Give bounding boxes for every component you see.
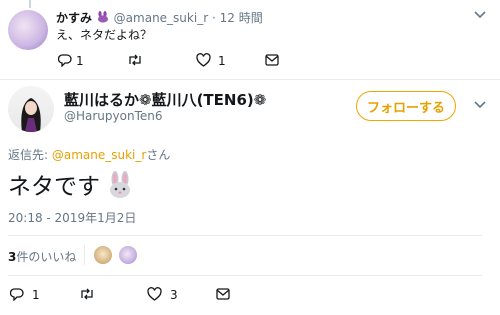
liker-avatar[interactable] bbox=[119, 246, 137, 264]
reply-to-prefix: 返信先: bbox=[8, 148, 52, 162]
reply-count: 1 bbox=[32, 288, 40, 302]
reply-icon[interactable] bbox=[58, 53, 72, 67]
divider bbox=[8, 275, 482, 276]
like-count: 1 bbox=[218, 54, 226, 68]
reply-to-handle[interactable]: @amane_suki_r bbox=[52, 148, 146, 162]
timestamp[interactable]: 20:18 - 2019年1月2日 bbox=[8, 209, 136, 226]
likes-summary[interactable]: 3件のいいね bbox=[8, 248, 76, 265]
main-text-line: ネタです bbox=[8, 167, 133, 201]
thread-line bbox=[29, 0, 31, 8]
reply-header: かすみ @amane_suki_r · 12 時間 bbox=[56, 9, 263, 26]
reply-time[interactable]: 12 時間 bbox=[220, 11, 263, 25]
reply-text: え、ネタだよね？ bbox=[56, 28, 153, 42]
reply-to-line: 返信先: @amane_suki_rさん bbox=[8, 146, 170, 163]
chevron-down-icon[interactable] bbox=[474, 101, 486, 109]
main-handle[interactable]: @HarupyonTen6 bbox=[64, 109, 163, 123]
like-icon[interactable] bbox=[147, 287, 162, 301]
reply-handle[interactable]: @amane_suki_r bbox=[114, 11, 208, 25]
main-avatar[interactable] bbox=[8, 86, 54, 132]
reply-count: 1 bbox=[76, 54, 84, 68]
reply-icon[interactable] bbox=[10, 287, 24, 301]
main-text: ネタです bbox=[8, 174, 100, 200]
follow-button[interactable]: フォローする bbox=[356, 91, 456, 121]
liker-avatar[interactable] bbox=[94, 246, 112, 264]
message-icon[interactable] bbox=[265, 54, 279, 66]
reply-display-name[interactable]: かすみ bbox=[56, 11, 92, 25]
likes-separator bbox=[84, 245, 85, 265]
main-display-name[interactable]: 藍川はるか❁藍川八(TEN6)❁ bbox=[64, 89, 266, 110]
message-icon[interactable] bbox=[216, 288, 230, 300]
likes-label: 件のいいね bbox=[16, 250, 77, 264]
retweet-icon[interactable] bbox=[79, 288, 95, 300]
reply-to-suffix: さん bbox=[146, 148, 171, 162]
purple-bunny-emoji-icon bbox=[96, 11, 110, 23]
chevron-down-icon[interactable] bbox=[474, 11, 486, 19]
reply-avatar[interactable] bbox=[8, 10, 48, 50]
divider bbox=[8, 235, 482, 236]
like-count: 3 bbox=[170, 288, 178, 302]
like-icon[interactable] bbox=[196, 53, 211, 67]
bunny-emoji-icon bbox=[107, 171, 133, 199]
retweet-icon[interactable] bbox=[127, 54, 143, 66]
divider bbox=[0, 79, 500, 80]
reply-separator: · bbox=[211, 11, 216, 25]
